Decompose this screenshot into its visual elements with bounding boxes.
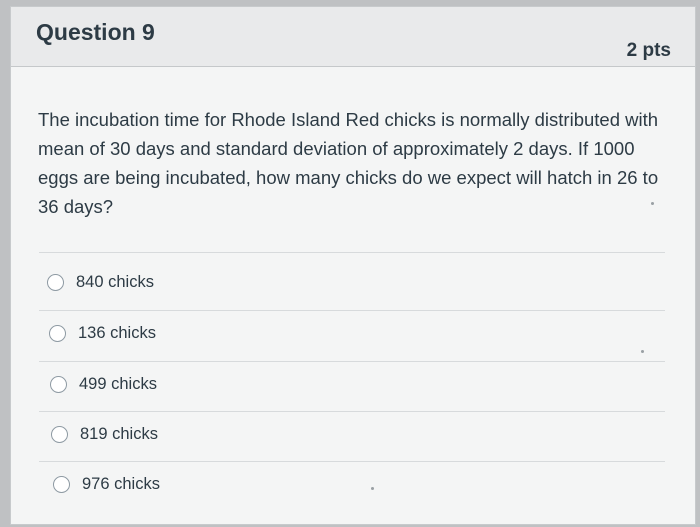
- answer-option-976[interactable]: 976 chicks: [53, 464, 453, 504]
- answer-divider: [39, 461, 665, 462]
- radio-button[interactable]: [49, 324, 66, 342]
- radio-button[interactable]: [47, 273, 64, 291]
- radio-button[interactable]: [50, 375, 67, 393]
- stray-mark: [371, 487, 374, 490]
- answer-divider: [39, 361, 665, 362]
- quiz-question-card: Question 9 2 pts The incubation time for…: [10, 6, 696, 525]
- answer-option-499[interactable]: 499 chicks: [50, 364, 450, 404]
- answer-divider: [39, 252, 665, 253]
- answer-option-819[interactable]: 819 chicks: [51, 414, 451, 454]
- radio-button[interactable]: [53, 475, 70, 493]
- answer-label: 499 chicks: [79, 374, 157, 393]
- answer-divider: [39, 310, 665, 311]
- answer-option-840[interactable]: 840 chicks: [47, 262, 447, 302]
- question-title: Question 9: [36, 19, 155, 45]
- question-points: 2 pts: [626, 40, 671, 61]
- answer-label: 136 chicks: [78, 323, 156, 342]
- answer-divider: [39, 411, 665, 412]
- answer-label: 976 chicks: [82, 474, 160, 493]
- answer-label: 840 chicks: [76, 272, 154, 291]
- question-header: Question 9 2 pts: [11, 7, 695, 67]
- radio-button[interactable]: [51, 425, 68, 443]
- stray-mark: [651, 202, 654, 205]
- answer-option-136[interactable]: 136 chicks: [49, 313, 449, 353]
- stray-mark: [641, 350, 644, 353]
- answer-label: 819 chicks: [80, 424, 158, 443]
- question-text: The incubation time for Rhode Island Red…: [38, 109, 659, 217]
- question-body: The incubation time for Rhode Island Red…: [11, 67, 695, 524]
